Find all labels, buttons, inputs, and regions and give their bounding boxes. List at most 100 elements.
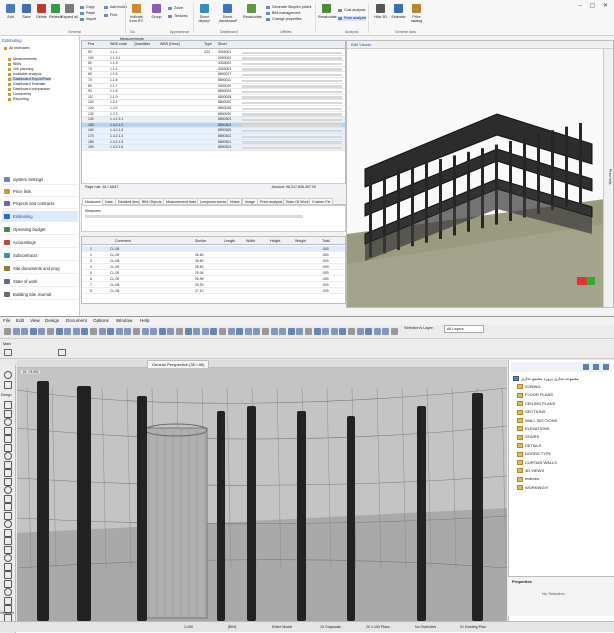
toolbar-icon[interactable] [279, 328, 287, 335]
toolbar-icon[interactable] [373, 328, 381, 335]
navigator-root[interactable]: مجموعه تجاری پروژه مجتمع تجاری [513, 376, 579, 381]
column-header[interactable]: Width [246, 239, 255, 243]
toolbar-icon[interactable] [339, 328, 347, 335]
paste-button[interactable]: Paste [80, 11, 95, 16]
tool-icon[interactable] [4, 486, 12, 494]
toolbar-icon[interactable] [21, 328, 29, 335]
recalculate-button[interactable]: Recalculate [243, 4, 262, 30]
find-button[interactable]: Find [104, 13, 117, 18]
tool-icon[interactable] [4, 409, 12, 418]
toolbar-icon[interactable] [64, 328, 72, 335]
menu-view[interactable]: View [30, 317, 40, 325]
column-header[interactable]: Total [322, 239, 330, 243]
tool-icon[interactable] [4, 477, 12, 486]
toolbar-icon[interactable] [133, 328, 140, 335]
toolbar-icon[interactable] [287, 328, 295, 335]
toolbar-icon[interactable] [141, 328, 149, 335]
tool-icon[interactable] [4, 554, 12, 562]
menu-help[interactable]: Help [140, 317, 149, 325]
arrow-tool-icon[interactable] [4, 349, 12, 356]
tab-detailed-item[interactable]: Detailed item [115, 198, 142, 205]
nav-operating-budget[interactable]: Operating budget [2, 224, 78, 235]
import-button[interactable]: Import [80, 17, 96, 22]
navigator-item[interactable]: 3D VIEWS [517, 468, 544, 473]
layer-combo-select[interactable]: [BIM] [228, 622, 236, 633]
navigator-item[interactable]: WORKING!!! [517, 485, 548, 490]
bim-viewer[interactable]: BIM Viewer Price lists [346, 40, 614, 308]
story-select[interactable]: 01 Existing Plan [460, 622, 486, 633]
column-header[interactable]: Height [270, 239, 280, 243]
column-header[interactable]: Weight [295, 239, 306, 243]
tool-icon[interactable] [4, 443, 12, 452]
toolbar-icon[interactable] [98, 328, 106, 335]
tool-icon[interactable] [4, 469, 12, 477]
toolbar-icon[interactable] [55, 328, 63, 335]
toolbar-icon[interactable] [253, 328, 261, 335]
toolbar-icon[interactable] [12, 328, 20, 335]
group-button[interactable]: Group [148, 4, 165, 30]
textures-button[interactable]: Textures [168, 14, 188, 19]
toolbar-icon[interactable] [81, 328, 89, 335]
tool-icon[interactable] [4, 562, 12, 571]
tab-data[interactable]: Data [102, 198, 116, 205]
menu-edit[interactable]: Edit [16, 317, 24, 325]
toolbar-icon[interactable] [158, 328, 166, 335]
nav-state-of-work[interactable]: State of work [2, 276, 78, 287]
tab-lumpsum-works[interactable]: Lumpsum works [197, 198, 230, 205]
tree-item[interactable]: Dashboard Estimate [8, 82, 46, 86]
tab-image[interactable]: Image [242, 198, 258, 205]
tab-bim-objects[interactable]: BIM Objects [139, 198, 165, 205]
scale-select[interactable]: 1:100 [184, 622, 193, 633]
toolbar-icon[interactable] [313, 328, 321, 335]
tree-item[interactable]: Dashboard comparison [8, 87, 50, 91]
tool-icon[interactable] [4, 588, 12, 596]
layout-book-icon[interactable] [603, 364, 609, 370]
menu-file[interactable]: File [3, 317, 10, 325]
toolbar-icon[interactable] [193, 328, 201, 335]
tool-icon[interactable] [4, 460, 12, 469]
column-header[interactable]: Comment [115, 239, 131, 243]
toolbar-icon[interactable] [210, 328, 218, 335]
nav-system-settings[interactable]: System Settings [2, 174, 78, 185]
tool-icon[interactable] [4, 579, 12, 588]
tool-icon[interactable] [4, 426, 12, 435]
toolbar-icon[interactable] [262, 328, 269, 335]
column-header[interactable]: WBS (Desc) [160, 42, 180, 46]
menu-document[interactable]: Document [66, 317, 87, 325]
navigator-item[interactable]: FLOOR PLANS [517, 392, 553, 397]
nav-building-site-journal[interactable]: Building Site Journal [2, 289, 78, 300]
toolbar-icon[interactable] [219, 328, 226, 335]
column-header[interactable]: Length [224, 239, 235, 243]
toolbar-icon[interactable] [322, 328, 330, 335]
navigator-item[interactable]: CURTAIN WALLS [517, 460, 557, 465]
tree-item[interactable]: All estimates [4, 46, 29, 50]
tool-icon[interactable] [4, 503, 12, 511]
tool-icon[interactable] [4, 511, 12, 520]
toolbar-icon[interactable] [38, 328, 46, 335]
column-header[interactable]: Quantities [134, 42, 150, 46]
toolbar-icon[interactable] [47, 328, 54, 335]
menu-options[interactable]: Options [93, 317, 109, 325]
toolbar-icon[interactable] [150, 328, 158, 335]
toolbar-icon[interactable] [115, 328, 123, 335]
tool-icon[interactable] [4, 494, 12, 503]
cost-analysis-button[interactable]: Cost analysis [338, 8, 365, 13]
plan-view-select[interactable]: 20 1:100 Planc [366, 622, 390, 633]
window-controls[interactable]: – ▢ ✕ [579, 2, 611, 9]
navigator-item[interactable]: WALL SECTIONS [517, 418, 557, 423]
nav-subcontracts[interactable]: Subcontracts [2, 250, 78, 261]
nav-price-lists[interactable]: Price lists [2, 186, 78, 197]
project-map-icon[interactable] [583, 364, 589, 370]
menu-window[interactable]: Window [116, 317, 132, 325]
tool-icon[interactable] [4, 381, 12, 389]
column-header[interactable]: Short [218, 42, 227, 46]
tree-item[interactable]: Measurements [8, 57, 37, 61]
tree-item[interactable]: Job planning [8, 67, 33, 71]
nav-estimating[interactable]: Estimating [2, 211, 78, 222]
navigator-item[interactable]: ELEVATIONS [517, 426, 550, 431]
toolbar-icon[interactable] [365, 328, 373, 335]
tree-item[interactable]: Documents [8, 92, 31, 96]
tool-icon[interactable] [4, 418, 12, 426]
bim-management-button[interactable]: BIM management [266, 11, 300, 16]
toolbar-icon[interactable] [391, 328, 398, 335]
